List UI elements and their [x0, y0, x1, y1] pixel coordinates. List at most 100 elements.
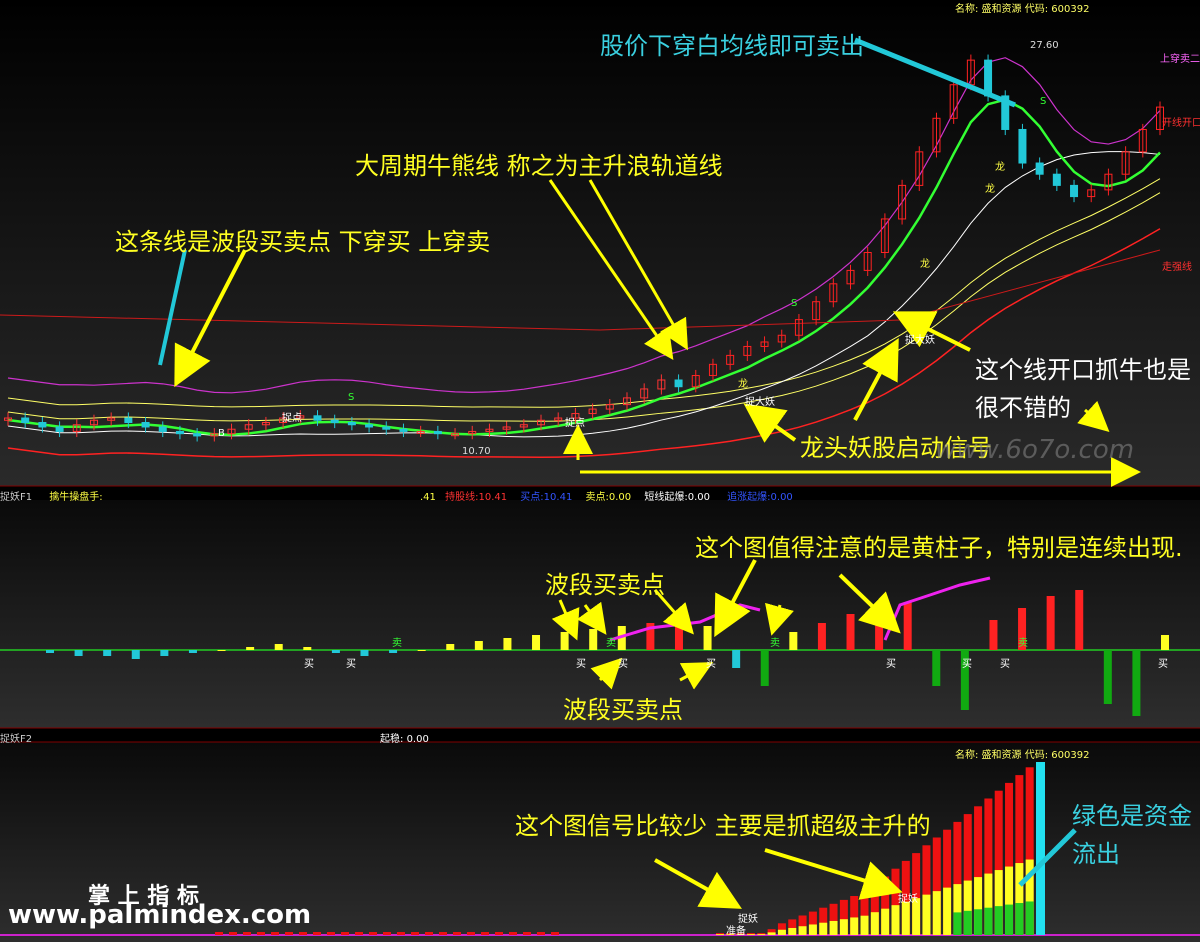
candle-body [21, 417, 30, 423]
start-mark: 捉点 [282, 413, 302, 424]
indicator-bar [131, 650, 140, 659]
start-mark: 捉点 [565, 418, 585, 429]
bar1-label2: 买点: [520, 492, 544, 503]
stock-chart [0, 0, 1200, 942]
annotation-track: 大周期牛熊线 称之为主升浪轨道线 [355, 152, 723, 180]
annotation-green-1: 绿色是资金 [1072, 802, 1192, 830]
s-mark: S [348, 392, 355, 403]
indicator-bar [331, 650, 340, 653]
sell-mark: 卖 [606, 638, 616, 649]
capital-bar-cyan [1036, 762, 1045, 935]
indicator-bar [474, 641, 483, 650]
capital-bar-yellow [922, 894, 931, 935]
prepare-mark: 准备 [726, 926, 746, 937]
dragon-mark: 龙 [738, 379, 748, 390]
capital-bar-yellow [716, 934, 724, 935]
buy-mark: 买 [346, 659, 356, 670]
annotation-wave-1: 波段买卖点 [545, 571, 665, 599]
indicator-bar [103, 650, 112, 656]
capital-bar-small [369, 932, 377, 935]
bar1-val4: 0.00 [687, 492, 710, 503]
capital-bar-green [994, 906, 1003, 935]
s-mark: S [1040, 96, 1047, 107]
buy-mark: 买 [962, 659, 972, 670]
bar1-label3: 卖点: [585, 492, 609, 503]
indicator-bar [74, 650, 83, 656]
candle-body [193, 433, 202, 437]
bar1-val5: 0.00 [770, 492, 793, 503]
capital-bar-small [341, 932, 349, 935]
capital-bar-small [495, 932, 503, 935]
capital-bar-small [439, 932, 447, 935]
annotation-band: 这条线是波段买卖点 下穿买 上穿卖 [115, 228, 491, 256]
indicator-bar [989, 620, 998, 650]
bar1-name: 捉妖F1 [0, 492, 33, 503]
capital-bar-small [271, 932, 279, 935]
capital-bar-yellow [860, 915, 869, 935]
capital-bar-yellow [788, 927, 797, 935]
capital-bar-yellow [870, 912, 879, 935]
capital-bar-small [453, 932, 461, 935]
indicator-bar [360, 650, 369, 656]
candle-body [55, 426, 64, 432]
candle-body [124, 417, 133, 423]
capital-bar-small [509, 932, 517, 935]
indicator-bar [732, 650, 741, 668]
bar1-label4: 短线起爆: [644, 492, 688, 503]
indicator-bar [846, 614, 855, 650]
indicator-bar [417, 650, 426, 651]
buy-mark: 买 [618, 659, 628, 670]
candle-body [141, 422, 150, 428]
capital-bar-green [963, 910, 972, 935]
annotation-sell: 股价下穿白均线即可卖出 [600, 32, 864, 60]
indicator-bar-1: 捉妖F1 擒牛操盘手: [0, 488, 103, 503]
capital-bar-green [1025, 901, 1034, 935]
capital-bar-small [397, 932, 405, 935]
capital-bar-small [551, 932, 559, 935]
indicator-bar [274, 644, 283, 650]
capital-bar-small [229, 932, 237, 935]
candle-body [38, 422, 47, 428]
candle-body [399, 428, 408, 432]
candle-body [175, 430, 184, 435]
buy-mark: 买 [706, 659, 716, 670]
capital-bar-yellow [777, 929, 786, 935]
candle-body [1070, 184, 1079, 198]
capital-bar-yellow [932, 891, 941, 935]
bar1-label5: 追涨起爆: [727, 492, 771, 503]
annotation-signal: 这个图信号比较少 主要是抓超级主升的 [515, 812, 931, 840]
demon-mark: 捉妖 [898, 894, 918, 905]
capital-bar-small [481, 932, 489, 935]
candle-body [158, 426, 167, 432]
candle-body [1018, 128, 1027, 164]
candle-body [382, 426, 391, 430]
buy-mark: 买 [576, 659, 586, 670]
capital-bar-yellow [839, 919, 848, 935]
sell-mark: 卖 [770, 638, 780, 649]
sell-mark: 卖 [392, 638, 402, 649]
capital-bar-small [215, 932, 223, 935]
indicator-bar [246, 647, 255, 650]
indicator-bar [1103, 650, 1112, 704]
capital-bar-small [257, 932, 265, 935]
capital-bar-yellow [850, 917, 859, 935]
capital-bar-yellow [767, 932, 776, 935]
annotation-yellow: 这个图值得注意的是黄柱子，特别是连续出现. [695, 534, 1183, 562]
sell-mark: 卖 [1018, 638, 1028, 649]
indicator-bar [932, 650, 941, 686]
tag-mid: 走强线 [1162, 262, 1192, 273]
annotation-open-2: 很不错的 [975, 394, 1071, 422]
capital-bar-yellow [746, 934, 755, 935]
indicator-bar [389, 650, 398, 653]
s-mark: S [791, 298, 798, 309]
indicator-bar-2: 捉妖F2 [0, 730, 32, 745]
capital-bar-yellow [798, 926, 807, 935]
bar1-val2: 10.41 [543, 492, 573, 503]
annotation-open-1: 这个线开口抓牛也是 [975, 356, 1191, 384]
bar1-val3: 0.00 [608, 492, 632, 503]
capital-bar-yellow [819, 922, 828, 935]
capital-bar-yellow [881, 908, 890, 935]
capital-bar-small [327, 932, 335, 935]
indicator-bar [217, 650, 226, 651]
dragon-mark: 龙 [985, 184, 995, 195]
